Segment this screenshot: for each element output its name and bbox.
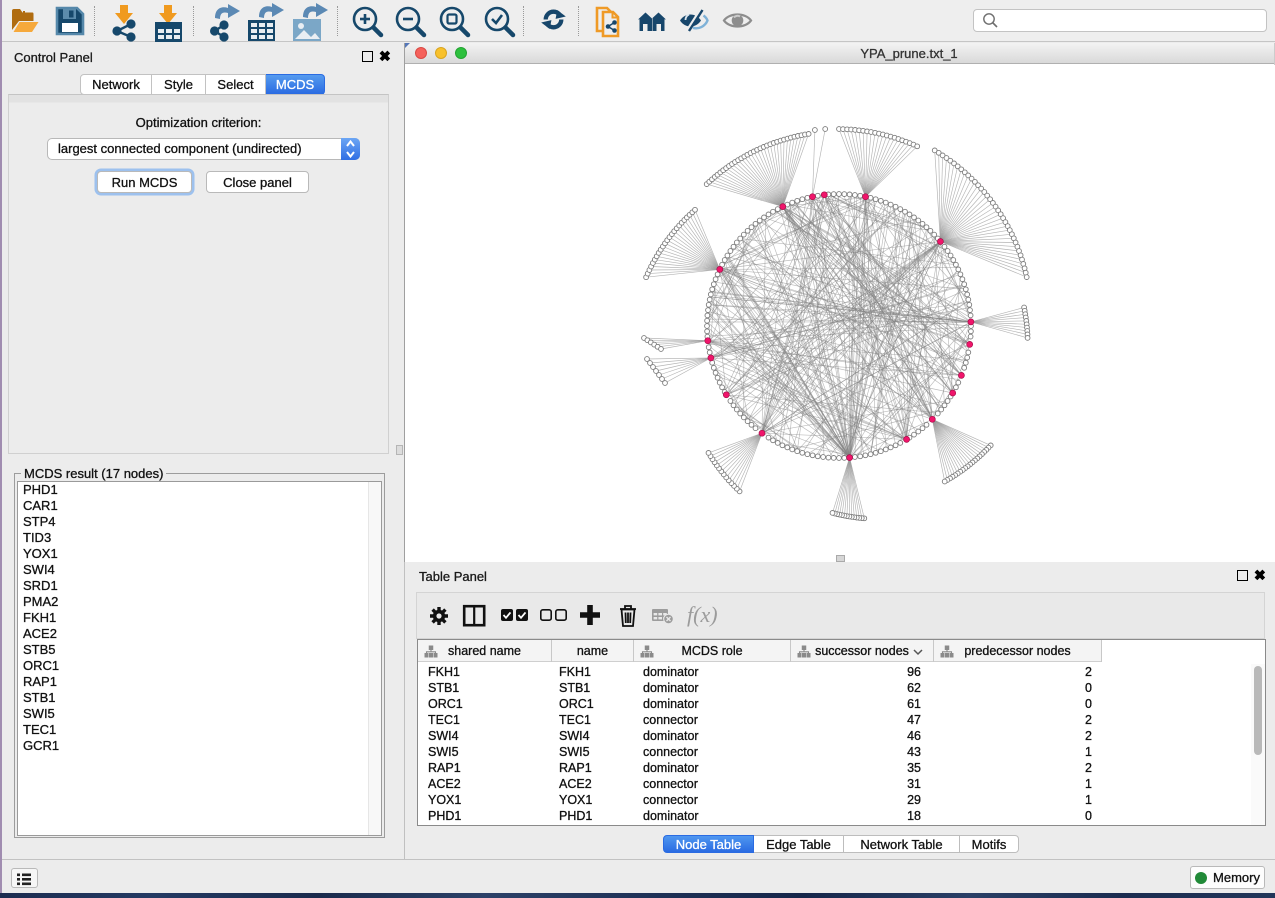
svg-text:f(x): f(x) bbox=[687, 602, 718, 627]
